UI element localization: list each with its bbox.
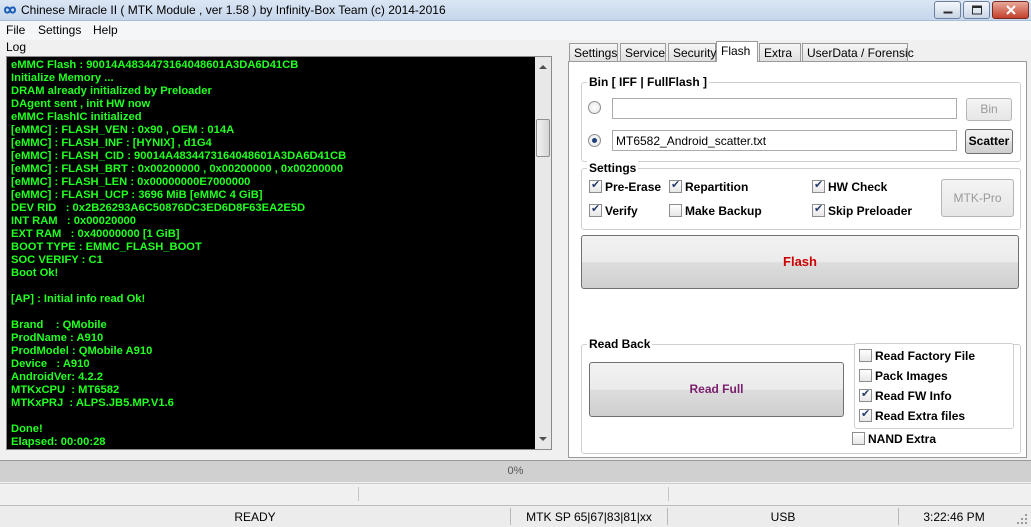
hw-check-checkbox[interactable] bbox=[812, 178, 825, 193]
menu-file[interactable]: File bbox=[6, 23, 25, 37]
nand-extra-label: NAND Extra bbox=[868, 432, 937, 446]
close-icon bbox=[1005, 5, 1016, 15]
make-backup-label: Make Backup bbox=[685, 204, 762, 218]
close-button[interactable] bbox=[992, 1, 1029, 19]
readback-options-box: Read Factory File Pack Images Read FW In… bbox=[854, 343, 1014, 429]
status-bar: READY MTK SP 65|67|83|81|xx USB 3:22:46 … bbox=[0, 505, 1031, 527]
repartition-label: Repartition bbox=[685, 180, 749, 194]
log-scrollbar[interactable] bbox=[535, 57, 551, 449]
scatter-path-field[interactable]: MT6582_Android_scatter.txt bbox=[612, 130, 957, 151]
scatter-button[interactable]: Scatter bbox=[965, 129, 1013, 154]
progress-bar: 0% bbox=[0, 460, 1031, 482]
tab-service[interactable]: Service bbox=[620, 43, 666, 61]
pre-erase-checkbox[interactable] bbox=[589, 178, 602, 193]
read-fw-info-label: Read FW Info bbox=[875, 389, 952, 403]
secondary-status-bar bbox=[0, 483, 1031, 503]
status-divider bbox=[358, 487, 359, 501]
infinity-logo-icon bbox=[3, 6, 17, 14]
tab-extra[interactable]: Extra bbox=[759, 43, 801, 61]
progress-text: 0% bbox=[507, 465, 524, 477]
status-divider bbox=[668, 487, 669, 501]
readback-group-title: Read Back bbox=[587, 337, 653, 351]
repartition-checkbox[interactable] bbox=[669, 178, 682, 193]
bin-group-title: Bin [ IFF | FullFlash ] bbox=[587, 75, 710, 89]
verify-checkbox[interactable] bbox=[589, 202, 602, 217]
read-extra-files-checkbox[interactable] bbox=[859, 407, 872, 422]
window-title: Chinese Miracle II ( MTK Module , ver 1.… bbox=[21, 3, 446, 17]
log-text: eMMC Flash : 90014A4834473164048601A3DA6… bbox=[11, 59, 347, 448]
read-factory-file-label: Read Factory File bbox=[875, 349, 976, 363]
read-fw-info-checkbox[interactable] bbox=[859, 387, 872, 402]
read-extra-files-label: Read Extra files bbox=[875, 409, 966, 423]
tab-userdata-forensic[interactable]: UserData / Forensic bbox=[802, 43, 914, 61]
settings-group: Settings Pre-Erase Repartition HW Check … bbox=[581, 161, 1021, 230]
log-label: Log bbox=[6, 40, 27, 54]
read-factory-file-checkbox[interactable] bbox=[859, 349, 872, 362]
status-mode: MTK SP 65|67|83|81|xx bbox=[526, 510, 652, 524]
resize-grip-icon[interactable] bbox=[1016, 513, 1028, 525]
verify-label: Verify bbox=[605, 204, 638, 218]
read-full-button[interactable]: Read Full bbox=[589, 362, 844, 417]
log-scroll-thumb[interactable] bbox=[536, 119, 550, 157]
menu-bar: File Settings Help bbox=[0, 21, 1031, 40]
status-port: USB bbox=[770, 510, 796, 524]
hw-check-label: HW Check bbox=[828, 180, 888, 194]
menu-help[interactable]: Help bbox=[93, 23, 118, 37]
bin-button[interactable]: Bin bbox=[966, 98, 1012, 121]
maximize-icon bbox=[971, 5, 982, 15]
flash-tab-panel: Bin [ IFF | FullFlash ] Bin MT6582_Andro… bbox=[568, 61, 1027, 458]
skip-preloader-label: Skip Preloader bbox=[828, 204, 913, 218]
skip-preloader-checkbox[interactable] bbox=[812, 202, 825, 217]
make-backup-checkbox[interactable] bbox=[669, 204, 682, 217]
pack-images-label: Pack Images bbox=[875, 369, 948, 383]
tab-flash[interactable]: Flash bbox=[716, 41, 758, 62]
flash-button[interactable]: Flash bbox=[581, 235, 1019, 289]
status-time: 3:22:46 PM bbox=[923, 510, 985, 524]
scroll-up-icon[interactable] bbox=[535, 59, 551, 75]
pre-erase-label: Pre-Erase bbox=[605, 180, 662, 194]
maximize-button[interactable] bbox=[963, 1, 990, 19]
minimize-icon bbox=[943, 11, 952, 14]
readback-group: Read Back Read Full Read Factory File Pa… bbox=[581, 337, 1021, 454]
nand-extra-checkbox[interactable] bbox=[852, 432, 865, 445]
settings-group-title: Settings bbox=[587, 161, 639, 175]
scroll-down-icon[interactable] bbox=[535, 431, 551, 447]
minimize-button[interactable] bbox=[934, 1, 961, 19]
pack-images-checkbox[interactable] bbox=[859, 369, 872, 382]
tab-security[interactable]: Security bbox=[668, 43, 716, 61]
status-state: READY bbox=[234, 510, 276, 524]
mtk-pro-button[interactable]: MTK-Pro bbox=[941, 179, 1014, 217]
scatter-radio[interactable] bbox=[588, 134, 601, 147]
bin-path-field[interactable] bbox=[612, 98, 957, 119]
menu-settings[interactable]: Settings bbox=[38, 23, 81, 37]
bin-radio[interactable] bbox=[588, 101, 601, 114]
bin-group: Bin [ IFF | FullFlash ] Bin MT6582_Andro… bbox=[581, 75, 1021, 162]
log-panel[interactable]: eMMC Flash : 90014A4834473164048601A3DA6… bbox=[6, 56, 552, 450]
title-bar[interactable]: Chinese Miracle II ( MTK Module , ver 1.… bbox=[0, 0, 1031, 21]
tab-settings[interactable]: Settings bbox=[569, 43, 618, 61]
